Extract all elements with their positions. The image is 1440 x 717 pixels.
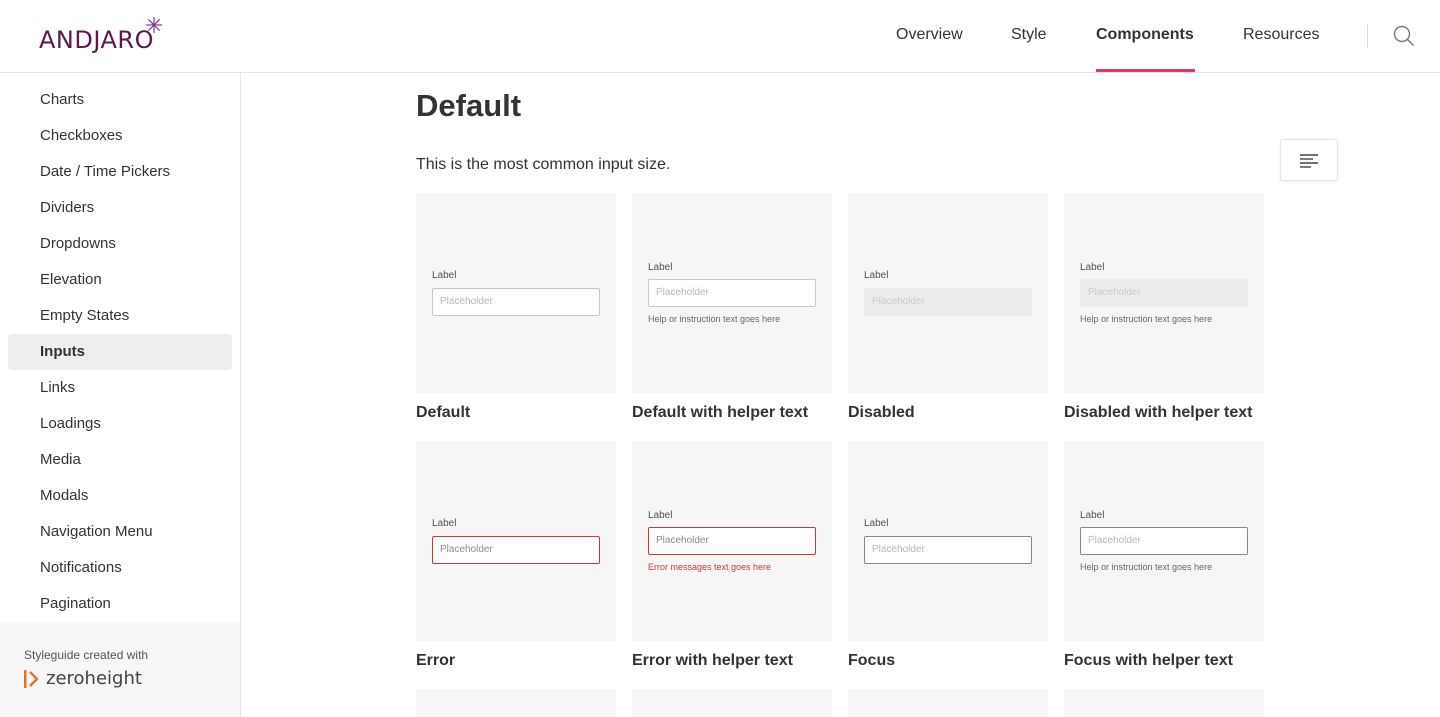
input-field-error[interactable]: Placeholder xyxy=(432,536,600,564)
search-icon[interactable] xyxy=(1393,25,1415,47)
helper-text: Help or instruction text goes here xyxy=(1080,562,1213,572)
example-card xyxy=(632,689,832,717)
active-nav-indicator xyxy=(1096,69,1195,72)
sidebar-item-links[interactable]: Links xyxy=(8,370,232,406)
card-caption: Default xyxy=(416,404,471,421)
table-of-contents-icon xyxy=(1300,154,1318,168)
example-card-disabled-helper: Label Placeholder Help or instruction te… xyxy=(1064,193,1264,393)
card-caption: Disabled xyxy=(848,404,915,421)
input-field-focus[interactable]: Placeholder xyxy=(1080,527,1248,555)
sparkle-icon xyxy=(146,17,162,33)
input-field-disabled: Placeholder xyxy=(864,288,1032,316)
top-header: ANDJARO Overview Style Components Resour… xyxy=(0,0,1440,73)
input-field[interactable]: Placeholder xyxy=(648,279,816,307)
input-field[interactable]: Placeholder xyxy=(432,288,600,316)
sidebar-item-loadings[interactable]: Loadings xyxy=(8,406,232,442)
sidebar-item-media[interactable]: Media xyxy=(8,442,232,478)
sidebar-item-navigation-menu[interactable]: Navigation Menu xyxy=(8,514,232,550)
example-card xyxy=(848,689,1048,717)
example-card-error-helper: Label Placeholder Error messages text go… xyxy=(632,441,832,641)
sidebar-item-elevation[interactable]: Elevation xyxy=(8,262,232,298)
input-field-error[interactable]: Placeholder xyxy=(648,527,816,555)
input-label: Label xyxy=(864,518,889,529)
card-caption: Focus with helper text xyxy=(1064,652,1233,669)
sidebar-footer: Styleguide created with zeroheight xyxy=(0,622,240,717)
card-caption: Error xyxy=(416,652,456,669)
helper-text: Help or instruction text goes here xyxy=(648,314,781,324)
input-label: Label xyxy=(432,518,457,529)
nav-style[interactable]: Style xyxy=(1011,26,1047,44)
card-caption: Disabled with helper text xyxy=(1064,404,1253,421)
nav-components[interactable]: Components xyxy=(1096,26,1194,44)
sidebar-item-notifications[interactable]: Notifications xyxy=(8,550,232,586)
nav-overview[interactable]: Overview xyxy=(896,26,963,44)
sidebar: Charts Checkboxes Date / Time Pickers Di… xyxy=(0,73,241,717)
zeroheight-logo-icon[interactable] xyxy=(24,670,40,688)
input-label: Label xyxy=(432,270,457,281)
sidebar-item-inputs[interactable]: Inputs xyxy=(8,334,232,370)
sidebar-item-pagination[interactable]: Pagination xyxy=(8,586,232,622)
page-title: Default xyxy=(416,88,522,123)
card-caption: Default with helper text xyxy=(632,404,809,421)
nav-resources[interactable]: Resources xyxy=(1243,26,1319,44)
input-label: Label xyxy=(1080,262,1105,273)
example-card-focus: Label Placeholder xyxy=(848,441,1048,641)
example-card xyxy=(1064,689,1264,717)
input-label: Label xyxy=(1080,510,1105,521)
brand-logo[interactable]: ANDJARO xyxy=(39,26,154,54)
example-card-default: Label Placeholder xyxy=(416,193,616,393)
input-label: Label xyxy=(864,270,889,281)
example-card-default-helper: Label Placeholder Help or instruction te… xyxy=(632,193,832,393)
sidebar-item-dividers[interactable]: Dividers xyxy=(8,190,232,226)
card-caption: Error with helper text xyxy=(632,652,793,669)
sidebar-item-checkboxes[interactable]: Checkboxes xyxy=(8,118,232,154)
intro-text: This is the most common input size. xyxy=(416,156,671,173)
input-label: Label xyxy=(648,262,673,273)
zeroheight-link[interactable]: zeroheight xyxy=(46,668,142,689)
card-caption: Focus xyxy=(848,652,896,669)
example-card-disabled: Label Placeholder xyxy=(848,193,1048,393)
made-with-text: Styleguide created with xyxy=(24,648,149,662)
sidebar-item-charts[interactable]: Charts xyxy=(8,82,232,118)
sidebar-item-empty-states[interactable]: Empty States xyxy=(8,298,232,334)
nav-divider xyxy=(1367,24,1368,48)
input-field-focus[interactable]: Placeholder xyxy=(864,536,1032,564)
example-card-focus-helper: Label Placeholder Help or instruction te… xyxy=(1064,441,1264,641)
helper-text: Help or instruction text goes here xyxy=(1080,314,1213,324)
error-message-text: Error messages text goes here xyxy=(648,562,772,572)
sidebar-item-dropdowns[interactable]: Dropdowns xyxy=(8,226,232,262)
input-field-disabled: Placeholder xyxy=(1080,279,1248,307)
example-card-error: Label Placeholder xyxy=(416,441,616,641)
sidebar-item-modals[interactable]: Modals xyxy=(8,478,232,514)
example-card xyxy=(416,689,616,717)
input-label: Label xyxy=(648,510,673,521)
table-of-contents-button[interactable] xyxy=(1280,139,1338,181)
sidebar-item-date-time-pickers[interactable]: Date / Time Pickers xyxy=(8,154,232,190)
